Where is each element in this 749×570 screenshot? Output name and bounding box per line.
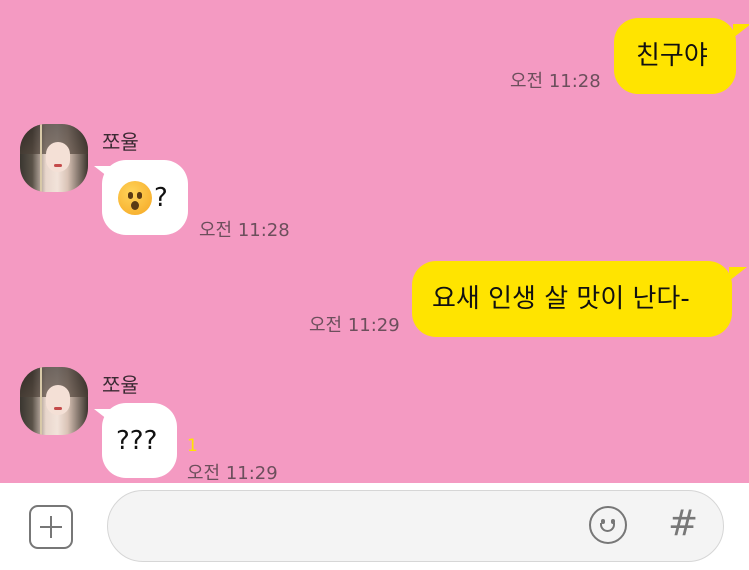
my-message-bubble[interactable]: 친구야 [614,18,736,94]
contact-name: 쪼율 [102,373,139,397]
message-text: 요새 인생 살 맛이 난다- [432,284,690,314]
bubble-tail [733,24,749,38]
message-time: 오전 11:28 [510,71,601,92]
bubble-tail [94,409,112,423]
smiley-icon[interactable] [589,506,627,544]
contact-name: 쪼율 [102,130,139,154]
bubble-tail [729,267,747,281]
contact-avatar[interactable] [20,124,88,192]
their-message-bubble[interactable]: ? [102,160,188,235]
their-message-bubble[interactable]: ??? [102,403,177,478]
contact-avatar[interactable] [20,367,88,435]
message-text: ??? [116,425,158,456]
hash-icon[interactable]: # [668,503,698,544]
message-text: 친구야 [636,41,708,71]
bubble-tail [94,166,112,180]
unread-count: 1 [187,436,198,456]
message-time: 오전 11:29 [187,463,278,483]
chat-area: 오전 11:28 친구야 쪼율 ? 오전 11:28 오전 11:29 요새 인… [0,0,749,483]
message-time: 오전 11:29 [309,315,400,336]
message-input[interactable] [107,490,724,562]
message-text: ? [154,182,168,213]
my-message-bubble[interactable]: 요새 인생 살 맛이 난다- [412,261,732,337]
plus-square-icon[interactable] [29,505,73,549]
hushed-face-emoji [118,180,152,215]
message-time: 오전 11:28 [199,220,290,241]
